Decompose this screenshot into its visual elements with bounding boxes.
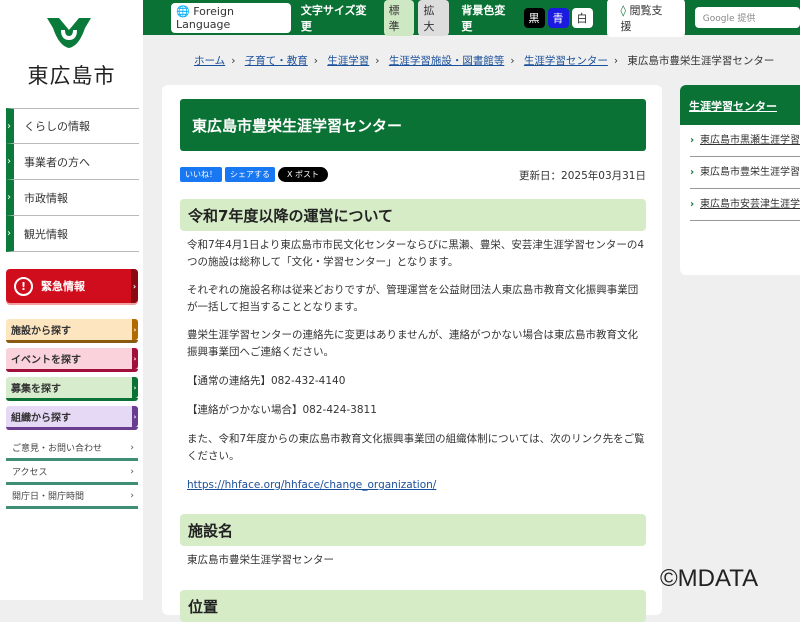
search-input[interactable]: Google 提供 [694, 7, 800, 28]
bg-white-button[interactable]: 白 [571, 7, 593, 28]
find-event-button[interactable]: イベントを探す [6, 348, 138, 372]
contact-link[interactable]: ご意見・お問い合わせ › [6, 437, 138, 461]
alert-icon: ! [14, 276, 33, 296]
nav-item-city-admin[interactable]: 市政情報 [6, 180, 139, 216]
breadcrumb-lifelong-learning[interactable]: 生涯学習 [327, 55, 369, 67]
city-name-logo[interactable]: 東広島市 [0, 60, 143, 90]
breadcrumb-learning-center[interactable]: 生涯学習センター [524, 55, 608, 67]
facebook-share-button[interactable]: シェアする [225, 167, 275, 182]
breadcrumb-current: 東広島市豊栄生涯学習センター [627, 55, 775, 67]
section-heading-location: 位置 [180, 590, 646, 622]
sidebar-item-kurose: 東広島市黒瀬生涯学習センター [690, 125, 800, 157]
paragraph: 令和7年4月1日より東広島市市民文化センターならびに黒瀬、豊栄、安芸津生涯学習セ… [187, 239, 645, 268]
sidebar-item-toyosaka: 東広島市豊栄生涯学習センター [690, 157, 800, 189]
facility-name: 東広島市豊栄生涯学習センター [187, 554, 334, 566]
browse-support-button[interactable]: ◊ 閲覧支援 [606, 0, 685, 37]
organization-change-link[interactable]: https://hhface.org/hhface/change_organiz… [187, 479, 436, 491]
bg-color-label: 背景色変更 [461, 3, 506, 33]
emergency-info-button[interactable]: ! 緊急情報 [6, 269, 138, 303]
side-links: ご意見・お問い合わせ › アクセス › 開庁日・開庁時間 › [6, 437, 138, 509]
find-recruitment-button[interactable]: 募集を探す [6, 377, 138, 401]
paragraph: それぞれの施設名称は従来どおりですが、管理運営を公益財団法人東広島市教育文化振興… [187, 284, 639, 313]
top-toolbar: 🌐 Foreign Language 文字サイズ変更 標準 拡大 背景色変更 黒… [143, 0, 800, 37]
paragraph: 豊栄生涯学習センターの連絡先に変更はありませんが、連絡がつかない場合は東広島市教… [187, 329, 638, 358]
right-sidebar: 生涯学習センター 東広島市黒瀬生涯学習センター 東広島市豊栄生涯学習センター 東… [680, 85, 800, 275]
office-hours-link[interactable]: 開庁日・開庁時間 › [6, 485, 138, 509]
updated-date: 更新日：2025年03月31日 [519, 170, 646, 182]
paragraph: また、令和7年度からの東広島市教育文化振興事業団の組織体制については、次のリンク… [187, 433, 645, 462]
find-by-organization-button[interactable]: 組織から探す [6, 406, 138, 430]
global-nav: くらしの情報 事業者の方へ 市政情報 観光情報 [6, 108, 139, 252]
breadcrumb-childcare-education[interactable]: 子育て・教育 [245, 55, 308, 67]
facebook-like-button[interactable]: いいね！ [180, 167, 222, 182]
sidebar-heading-link[interactable]: 生涯学習センター [680, 85, 800, 125]
city-emblem-logo[interactable] [45, 16, 93, 50]
page-title: 東広島市豊栄生涯学習センター [180, 99, 646, 151]
social-buttons: いいね！ シェアする X ポスト [180, 167, 329, 182]
foreign-language-button[interactable]: 🌐 Foreign Language [171, 2, 291, 33]
watermark: ©MDATA [660, 565, 759, 592]
section-heading-operation: 令和7年度以降の運営について [180, 199, 646, 231]
breadcrumb-facilities[interactable]: 生涯学習施設・図書館等 [389, 55, 505, 67]
alternate-contact: 【連絡がつかない場合】082-424-3811 [187, 404, 377, 416]
breadcrumb: ホーム › 子育て・教育 › 生涯学習 › 生涯学習施設・図書館等 › 生涯学習センター… [194, 55, 775, 67]
find-by-facility-button[interactable]: 施設から探す [6, 319, 138, 343]
font-standard-button[interactable]: 標準 [383, 0, 415, 36]
left-sidebar: 東広島市 くらしの情報 事業者の方へ 市政情報 観光情報 ! 緊急情報 施設から探… [0, 0, 143, 600]
nav-item-living[interactable]: くらしの情報 [6, 108, 139, 144]
regular-contact: 【通常の連絡先】082-432-4140 [187, 375, 346, 387]
nav-item-tourism[interactable]: 観光情報 [6, 216, 139, 252]
font-large-button[interactable]: 拡大 [418, 0, 450, 36]
section-heading-facility-name: 施設名 [180, 514, 646, 546]
bg-black-button[interactable]: 黒 [523, 7, 545, 28]
bg-blue-button[interactable]: 青 [547, 7, 569, 28]
support-icon: ◊ [620, 3, 626, 17]
access-link[interactable]: アクセス › [6, 461, 138, 485]
font-size-label: 文字サイズ変更 [300, 3, 367, 33]
x-post-button[interactable]: X ポスト [278, 167, 329, 182]
emergency-label: 緊急情報 [41, 280, 85, 293]
breadcrumb-home[interactable]: ホーム [194, 55, 225, 67]
sidebar-item-akitsu: 東広島市安芸津生涯学習センター [690, 189, 800, 221]
nav-item-business[interactable]: 事業者の方へ [6, 144, 139, 180]
